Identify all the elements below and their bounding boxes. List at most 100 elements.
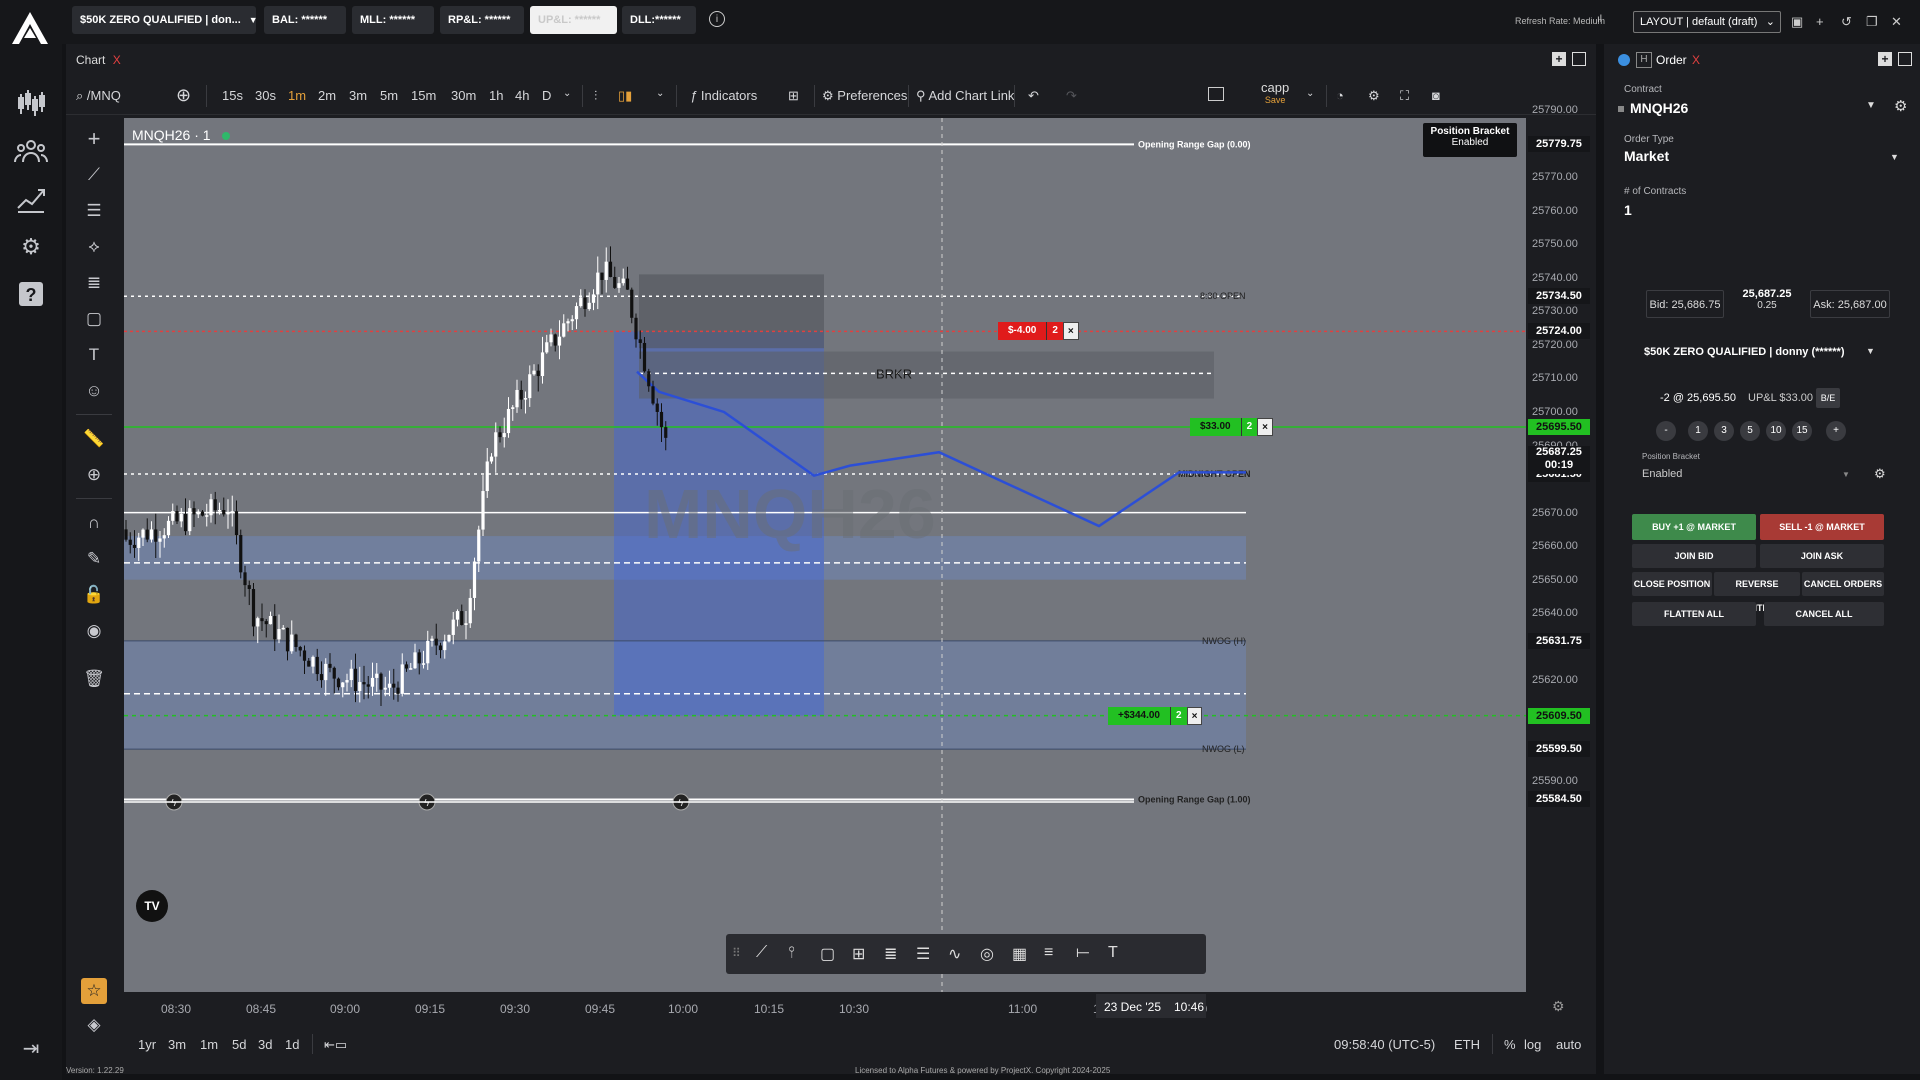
- target-order-marker[interactable]: +$344.00 2 ×: [1108, 706, 1203, 725]
- info-icon[interactable]: i: [709, 11, 725, 27]
- contract-value[interactable]: MNQH26: [1630, 100, 1688, 116]
- trading-chart-icon[interactable]: [14, 86, 48, 120]
- chevron-down-icon[interactable]: ▼: [1890, 152, 1899, 162]
- lock-drawings-pencil-icon[interactable]: ✎: [79, 544, 109, 574]
- gear-icon[interactable]: ⚙: [1894, 97, 1907, 115]
- help-icon[interactable]: ?: [14, 278, 48, 312]
- interval-15s[interactable]: 15s: [222, 88, 243, 103]
- fib-icon[interactable]: ≣: [79, 268, 109, 298]
- qty-plus-button[interactable]: +: [1826, 421, 1846, 441]
- qty-3-button[interactable]: 3: [1714, 421, 1734, 441]
- breakeven-button[interactable]: B/E: [1816, 388, 1840, 408]
- close-window-icon[interactable]: ✕: [1891, 14, 1902, 30]
- grid-tool-icon[interactable]: ⊞: [852, 944, 865, 964]
- lock-icon[interactable]: 🔓: [79, 580, 109, 610]
- price-axis[interactable]: 25790.00 25770.00 25760.00 25750.00 25740.00…: [1526, 104, 1596, 992]
- rect-tool-icon[interactable]: ▢: [820, 944, 835, 964]
- upl-badge[interactable]: UP&L: ******: [530, 6, 617, 34]
- percent-toggle[interactable]: %: [1504, 1037, 1516, 1052]
- logout-icon[interactable]: ⇥: [14, 1032, 48, 1066]
- qty-15-button[interactable]: 15: [1792, 421, 1812, 441]
- order-tab[interactable]: Order: [1656, 53, 1687, 67]
- layout-select[interactable]: LAYOUT | default (draft) ⌄: [1633, 11, 1781, 33]
- stop-order-marker-pnl[interactable]: $-4.00: [998, 322, 1047, 341]
- magnet-icon[interactable]: ∩: [79, 508, 109, 538]
- qty-5-button[interactable]: 5: [1740, 421, 1760, 441]
- save-layout-icon[interactable]: ▣: [1791, 14, 1803, 30]
- add-panel-icon[interactable]: +: [1552, 52, 1566, 66]
- link-color-icon[interactable]: [1618, 54, 1630, 66]
- qty-10-button[interactable]: 10: [1766, 421, 1786, 441]
- chevron-down-icon[interactable]: ▼: [1866, 346, 1875, 356]
- interval-1h[interactable]: 1h: [489, 88, 503, 103]
- timezone-settings-icon[interactable]: ⚙: [1552, 998, 1565, 1015]
- auto-toggle[interactable]: auto: [1556, 1037, 1581, 1052]
- add-panel-icon[interactable]: +: [1878, 52, 1892, 66]
- range-5d[interactable]: 5d: [232, 1037, 246, 1052]
- alert-icon[interactable]: ◔: [1336, 88, 1344, 103]
- mll-badge[interactable]: MLL: ******: [352, 6, 434, 34]
- text-tool-icon[interactable]: T: [1108, 944, 1118, 962]
- target-order-marker-qty[interactable]: 2: [1170, 706, 1187, 725]
- layout-save-button[interactable]: capp Save: [1261, 80, 1289, 105]
- redo-icon[interactable]: ↷: [1066, 88, 1077, 104]
- undo-icon[interactable]: ↶: [1028, 88, 1039, 104]
- range-3m[interactable]: 3m: [168, 1037, 186, 1052]
- ruler-icon[interactable]: 📏: [79, 424, 109, 454]
- chevron-down-icon[interactable]: ⌄: [1306, 88, 1314, 99]
- join-bid-button[interactable]: JOIN BID: [1632, 544, 1756, 568]
- wave-tool-icon[interactable]: ∿: [948, 944, 961, 964]
- chart-tab-close[interactable]: X: [113, 53, 121, 67]
- bid-box[interactable]: Bid: 25,686.75: [1646, 290, 1724, 318]
- balance-badge[interactable]: BAL: ******: [264, 6, 346, 34]
- stop-order-marker[interactable]: $-4.00 2 ×: [998, 322, 1079, 341]
- chevron-down-icon[interactable]: ▼: [1842, 470, 1850, 479]
- position-marker[interactable]: $33.00 2 ×: [1190, 418, 1273, 437]
- symbol-search[interactable]: ⌕ /MNQ: [76, 88, 121, 104]
- interval-2m[interactable]: 2m: [318, 88, 336, 103]
- emoji-icon[interactable]: ☺: [79, 376, 109, 406]
- hlines-tool-icon[interactable]: ≡: [1044, 944, 1053, 962]
- templates-icon[interactable]: ⊞: [788, 88, 799, 104]
- fullscreen-icon[interactable]: ⛶: [1400, 88, 1409, 104]
- chevron-down-icon[interactable]: ⌄: [656, 88, 664, 99]
- range-1d[interactable]: 1d: [285, 1037, 299, 1052]
- stop-order-marker-qty[interactable]: 2: [1046, 322, 1063, 341]
- rpl-badge[interactable]: RP&L: ******: [440, 6, 524, 34]
- trash-icon[interactable]: 🗑: [79, 664, 109, 694]
- buy-market-button[interactable]: BUY +1 @ MARKET: [1632, 514, 1756, 540]
- chevron-down-icon[interactable]: ⌄: [563, 88, 571, 99]
- range-1m[interactable]: 1m: [200, 1037, 218, 1052]
- hray-tool-icon[interactable]: ⟝: [1076, 944, 1089, 962]
- interval-5m[interactable]: 5m: [380, 88, 398, 103]
- cancel-all-button[interactable]: CANCEL ALL: [1764, 602, 1884, 626]
- favorites-star-icon[interactable]: ☆: [81, 978, 107, 1004]
- bar-style-icon[interactable]: ⫶: [594, 88, 597, 104]
- range-3d[interactable]: 3d: [258, 1037, 272, 1052]
- flatten-all-button[interactable]: FLATTEN ALL: [1632, 602, 1756, 626]
- layers-icon[interactable]: ◈: [79, 1010, 109, 1040]
- reverse-position-button[interactable]: REVERSE POSITION: [1714, 572, 1800, 613]
- analytics-icon[interactable]: [14, 182, 48, 216]
- h-badge[interactable]: H: [1636, 52, 1652, 68]
- qty-1-button[interactable]: 1: [1688, 421, 1708, 441]
- trend-line-icon[interactable]: ⟋: [79, 160, 109, 190]
- chevron-down-icon[interactable]: ▼: [1866, 100, 1876, 111]
- fork-tool-icon[interactable]: ⫯: [788, 944, 795, 962]
- zoom-icon[interactable]: ⊕: [79, 460, 109, 490]
- ask-box[interactable]: Ask: 25,687.00: [1810, 290, 1890, 318]
- fib-tool-icon[interactable]: ≣: [884, 944, 897, 964]
- cancel-orders-button[interactable]: CANCEL ORDERS: [1802, 572, 1884, 596]
- interval-30m[interactable]: 30m: [451, 88, 476, 103]
- circle-tool-icon[interactable]: ◎: [980, 944, 994, 964]
- compare-add-icon[interactable]: ⊕: [176, 85, 191, 106]
- maximize-panel-icon[interactable]: [1572, 52, 1586, 66]
- target-order-marker-pnl[interactable]: +$344.00: [1108, 706, 1170, 725]
- dll-badge[interactable]: DLL:******: [622, 6, 696, 34]
- table-tool-icon[interactable]: ▦: [1012, 944, 1027, 964]
- close-icon[interactable]: ×: [1257, 418, 1273, 437]
- interval-15m[interactable]: 15m: [411, 88, 436, 103]
- add-layout-icon[interactable]: +: [1816, 14, 1824, 29]
- fullscreen-box-icon[interactable]: [1208, 87, 1224, 101]
- horizontal-lines-icon[interactable]: ☰: [79, 196, 109, 226]
